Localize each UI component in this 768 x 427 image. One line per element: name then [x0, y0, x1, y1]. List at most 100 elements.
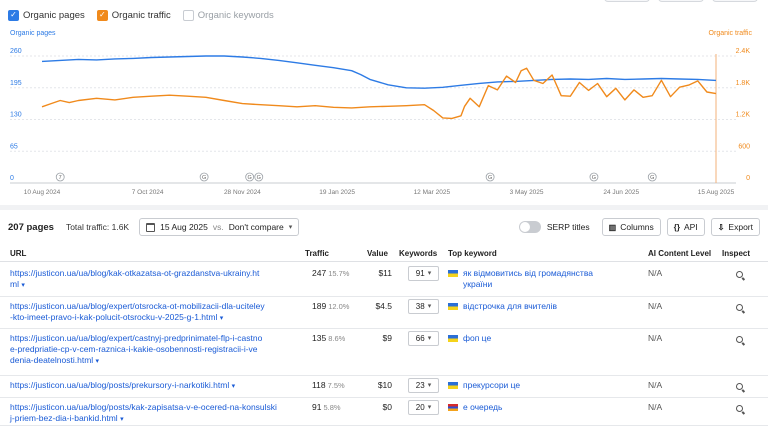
columns-label: Columns	[620, 222, 654, 232]
search-icon	[736, 405, 743, 412]
inspect-button[interactable]	[736, 382, 743, 393]
keywords-count: 23	[415, 381, 425, 390]
legend-label: Organic pages	[23, 9, 85, 21]
legend-organic-traffic[interactable]: ✓ Organic traffic	[96, 9, 171, 21]
right-tick-label: 2.4K	[736, 48, 751, 55]
ukraine-flag-icon	[448, 335, 458, 342]
col-keywords[interactable]: Keywords	[399, 249, 437, 258]
table-toolbar: 207 pages Total traffic: 1.6K 15 Aug 202…	[8, 217, 760, 237]
col-inspect: Inspect	[722, 249, 751, 258]
inspect-button[interactable]	[736, 404, 743, 415]
top-keyword[interactable]: фоп це	[448, 333, 638, 344]
keywords-dropdown[interactable]: 38 ▾	[408, 299, 439, 314]
top-keyword-text: е очередь	[463, 402, 503, 412]
x-tick-label: 3 May 2025	[510, 189, 544, 196]
inspect-button[interactable]	[736, 335, 743, 346]
col-ai-content-level[interactable]: AI Content Level	[648, 249, 711, 258]
ai-content-level: N/A	[648, 301, 663, 311]
checkbox-checked-icon[interactable]: ✓	[96, 9, 108, 21]
top-keyword-text: як відмовитись від громадянства	[463, 268, 593, 278]
url-link[interactable]: https://justicon.ua/ua/blog/posts/prekur…	[10, 380, 296, 392]
right-tick-label: 0	[746, 175, 750, 182]
chevron-down-icon[interactable]: ▾	[120, 416, 124, 423]
col-top-keyword[interactable]: Top keyword	[448, 249, 497, 258]
traffic-share: 12.0%	[328, 302, 350, 311]
x-tick-label: 10 Aug 2024	[24, 189, 61, 196]
legend-organic-keywords[interactable]: Organic keywords	[182, 9, 274, 21]
url-link[interactable]: https://justicon.ua/ua/blog/posts/kak-za…	[10, 402, 296, 425]
checkbox-checked-icon[interactable]: ✓	[8, 9, 19, 21]
armenia-flag-icon	[448, 404, 458, 411]
url-link[interactable]: https://justicon.ua/ua/blog/expert/castn…	[10, 333, 296, 367]
traffic-value: 91	[312, 402, 322, 412]
search-icon	[736, 271, 743, 278]
chevron-down-icon: ▾	[427, 270, 432, 277]
search-icon	[736, 304, 743, 311]
chevron-down-icon: ▾	[427, 335, 432, 342]
serp-titles-label: SERP titles	[546, 222, 590, 232]
top-tab[interactable]	[604, 0, 650, 2]
performance-chart: Organic pages Organic traffic 260 2.4K 195…	[0, 26, 768, 196]
chevron-down-icon[interactable]: ▾	[220, 315, 224, 322]
url-link[interactable]: https://justicon.ua/ua/blog/kak-otkazats…	[10, 268, 296, 291]
right-tick-label: 1.2K	[736, 112, 751, 119]
chevron-down-icon: ▾	[427, 382, 432, 389]
export-label: Export	[728, 222, 753, 232]
chevron-down-icon: ▾	[427, 404, 432, 411]
keywords-count: 38	[415, 302, 425, 311]
pages-count: 207 pages	[8, 221, 54, 233]
keywords-count: 20	[415, 403, 425, 412]
url-link[interactable]: https://justicon.ua/ua/blog/expert/otsro…	[10, 301, 296, 324]
keywords-dropdown[interactable]: 23 ▾	[408, 378, 439, 393]
keywords-count: 91	[415, 269, 425, 278]
ai-content-level: N/A	[648, 333, 663, 343]
legend-organic-pages[interactable]: ✓ Organic pages	[8, 9, 85, 21]
chevron-down-icon[interactable]: ▾	[21, 282, 25, 289]
serp-titles-toggle[interactable]	[518, 221, 541, 233]
col-url[interactable]: URL	[10, 249, 26, 258]
keywords-count: 66	[415, 334, 425, 343]
series-line-organic-pages	[41, 55, 717, 89]
chevron-down-icon[interactable]: ▾	[96, 358, 100, 365]
left-tick-label: 195	[10, 80, 22, 87]
vs-label: vs.	[212, 222, 224, 232]
top-keyword[interactable]: прекурсори це	[448, 380, 638, 391]
traffic-value: 135	[312, 333, 327, 343]
total-traffic: Total traffic: 1.6K	[65, 222, 130, 232]
inspect-button[interactable]	[736, 303, 743, 314]
keywords-dropdown[interactable]: 66 ▾	[408, 331, 439, 346]
value-cell: $4.5	[375, 301, 392, 311]
col-value[interactable]: Value	[367, 249, 388, 258]
top-keyword[interactable]: як відмовитись від громадянства україни	[448, 268, 638, 290]
columns-button[interactable]: ▥ Columns	[601, 218, 661, 236]
top-keyword[interactable]: е очередь	[448, 402, 638, 413]
top-keyword[interactable]: відстрочка для вчителів	[448, 301, 638, 312]
annotation-label: G	[257, 175, 261, 181]
inspect-button[interactable]	[736, 270, 743, 281]
export-button[interactable]: ⇩ Export	[710, 218, 760, 236]
keywords-dropdown[interactable]: 20 ▾	[408, 400, 439, 415]
top-tab[interactable]	[712, 0, 758, 2]
url-text: ml	[10, 279, 19, 289]
x-tick-label: 24 Jun 2025	[603, 189, 639, 196]
annotation-label: G	[488, 175, 492, 181]
checkbox-unchecked-icon[interactable]	[182, 9, 194, 21]
left-tick-label: 130	[10, 112, 22, 119]
search-icon	[736, 336, 743, 343]
traffic-value: 247	[312, 268, 327, 278]
top-button-strip	[604, 0, 758, 2]
x-tick-label: 12 Mar 2025	[414, 189, 451, 196]
keywords-dropdown[interactable]: 91 ▾	[408, 266, 439, 281]
legend-label: Organic traffic	[111, 9, 171, 21]
url-text: https://justicon.ua/ua/blog/kak-otkazats…	[10, 268, 260, 278]
top-keyword-text: фоп це	[463, 333, 492, 343]
left-axis-title: Organic pages	[10, 30, 56, 37]
date-compare-selector[interactable]: 15 Aug 2025 vs. Don't compare ▾	[139, 218, 300, 236]
chevron-down-icon[interactable]: ▾	[232, 383, 236, 390]
col-traffic[interactable]: Traffic	[305, 249, 329, 258]
traffic-share: 15.7%	[328, 269, 350, 278]
api-button[interactable]: {} API	[666, 218, 705, 236]
top-tab[interactable]	[658, 0, 704, 2]
value-cell: $0	[382, 402, 392, 412]
right-tick-label: 1.8K	[736, 80, 751, 87]
